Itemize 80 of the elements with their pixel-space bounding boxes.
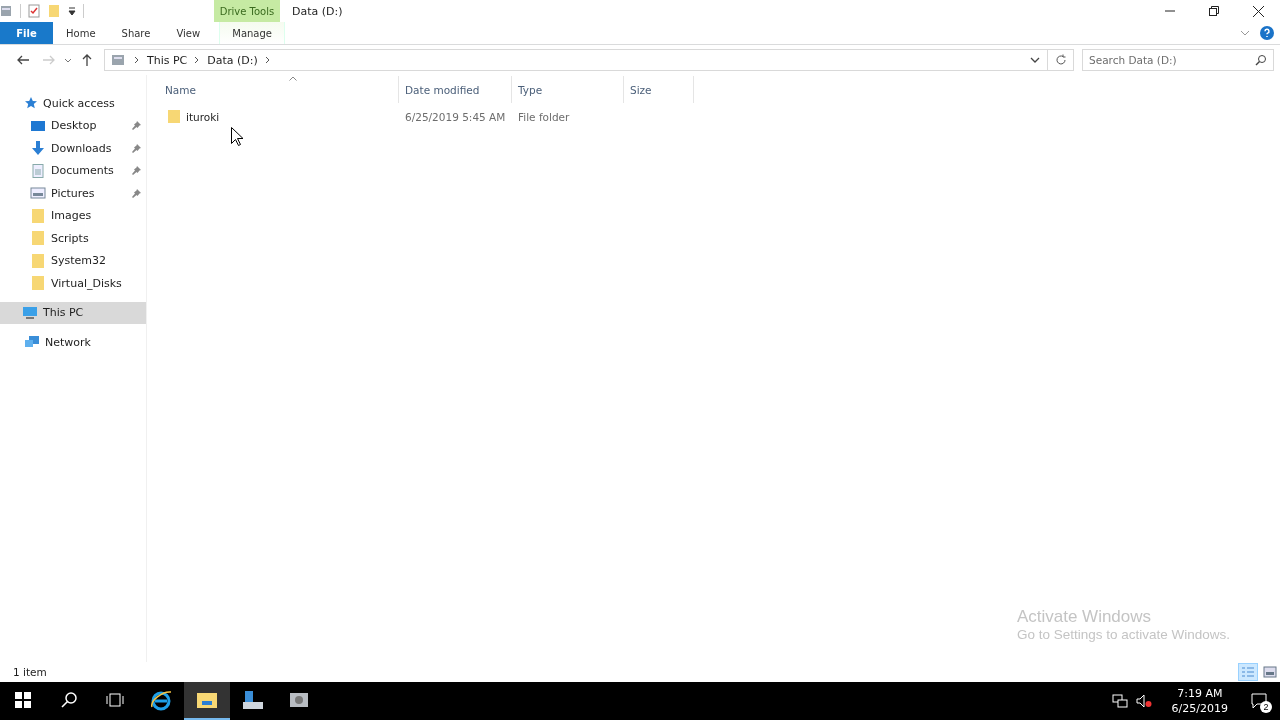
folder-icon <box>30 231 46 246</box>
pin-icon[interactable] <box>132 143 141 153</box>
task-view-icon <box>106 692 124 708</box>
date-cell-text: 6/25/2019 5:45 AM <box>404 110 507 123</box>
restore-icon <box>1209 6 1219 16</box>
column-header[interactable]: Date modified <box>399 76 512 103</box>
picture-icon <box>1263 666 1277 678</box>
sidebar-item[interactable]: Desktop <box>0 114 146 137</box>
search-field[interactable]: Search Data (D:) <box>1082 49 1274 71</box>
download-arrow-icon <box>30 141 46 156</box>
ribbon-tab[interactable]: Manage <box>219 22 286 44</box>
sidebar-item[interactable]: Scripts <box>0 227 146 250</box>
search-icon <box>1255 54 1267 66</box>
star-icon <box>24 96 38 111</box>
column-header[interactable]: Size <box>624 76 694 103</box>
column-header[interactable]: Type <box>512 76 624 103</box>
taskbar-explorer-button[interactable] <box>184 682 230 720</box>
pin-icon[interactable] <box>132 121 141 131</box>
ribbon-tab[interactable]: File <box>0 22 53 44</box>
browser-e-icon <box>150 689 172 711</box>
close-icon <box>1252 5 1264 17</box>
sidebar-item[interactable]: Images <box>0 204 146 227</box>
dropdown-icon[interactable] <box>67 6 77 16</box>
speech-bubble-icon <box>1251 693 1269 709</box>
picture-icon <box>30 186 46 201</box>
activation-message: Go to Settings to activate Windows. <box>1016 627 1230 642</box>
windows-logo-icon <box>15 692 31 708</box>
refresh-icon[interactable] <box>1055 54 1067 66</box>
network-icon <box>24 335 40 350</box>
folder-icon <box>196 691 218 709</box>
sidebar-item[interactable]: Network <box>0 331 146 354</box>
address-bar[interactable]: This PC Data (D:) <box>104 49 1074 71</box>
drive-icon <box>111 53 127 67</box>
recent-chevron-icon[interactable] <box>64 56 72 64</box>
folder-icon <box>167 110 181 123</box>
folder-icon <box>30 208 46 223</box>
taskbar-clock[interactable]: 7:19 AM 6/25/2019 <box>1159 686 1240 716</box>
activation-title: Activate Windows <box>1016 607 1153 627</box>
chevron-right-icon[interactable] <box>194 56 201 64</box>
window-title: Data (D:) <box>292 4 343 18</box>
mouse-cursor-icon <box>231 127 243 146</box>
chevron-right-icon[interactable] <box>134 56 140 64</box>
sidebar-item[interactable]: System32 <box>0 249 146 272</box>
server-icon <box>242 690 264 710</box>
item-count: 1 item <box>13 666 47 678</box>
sidebar-item[interactable]: Documents <box>0 159 146 182</box>
pin-icon[interactable] <box>132 188 141 198</box>
chevron-down-icon[interactable] <box>1030 55 1040 65</box>
column-header[interactable]: Name <box>159 76 399 103</box>
drive-tools-label: Drive Tools <box>214 0 280 22</box>
computer-icon <box>22 305 38 320</box>
network-tray-icon[interactable] <box>1111 694 1128 708</box>
sidebar-item[interactable]: Downloads <box>0 137 146 160</box>
sidebar-item[interactable]: Quick access <box>0 92 146 115</box>
help-icon[interactable] <box>1260 26 1274 40</box>
notification-count: 2 <box>1260 701 1272 713</box>
file-name[interactable]: ituroki <box>186 110 220 123</box>
sidebar-item[interactable]: Virtual_Disks <box>0 272 146 295</box>
sidebar-item[interactable]: Pictures <box>0 182 146 205</box>
clock-date: 6/25/2019 <box>1171 701 1228 716</box>
properties-icon[interactable] <box>27 4 41 18</box>
pin-icon[interactable] <box>132 166 141 176</box>
folder-icon <box>30 276 46 291</box>
back-icon[interactable] <box>16 53 30 67</box>
chevron-right-icon[interactable] <box>264 56 271 64</box>
details-list-icon <box>1241 666 1255 678</box>
large-icons-view-button[interactable] <box>1260 663 1280 681</box>
clock-time: 7:19 AM <box>1177 686 1223 701</box>
volume-muted-icon[interactable] <box>1135 694 1152 708</box>
type-cell-text: File folder <box>517 110 571 123</box>
up-icon[interactable] <box>80 53 94 67</box>
desktop-icon <box>30 118 46 133</box>
breadcrumb[interactable]: This PC <box>147 53 188 67</box>
sidebar-item[interactable]: This PC <box>0 301 146 324</box>
gear-box-icon <box>288 690 310 710</box>
notification-button[interactable]: 2 <box>1240 682 1280 720</box>
breadcrumb[interactable]: Data (D:) <box>207 53 258 67</box>
search-icon <box>61 692 77 708</box>
document-icon <box>30 163 46 178</box>
folder-icon <box>30 253 46 268</box>
